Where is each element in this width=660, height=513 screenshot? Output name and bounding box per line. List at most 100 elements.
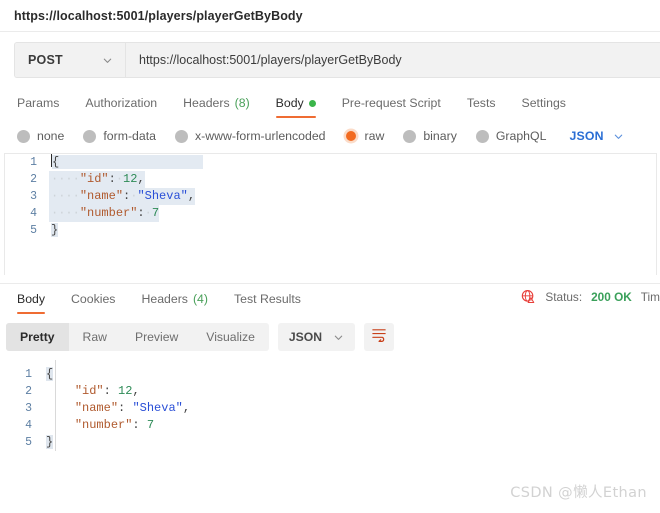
- tab-headers[interactable]: Headers (8): [170, 96, 263, 118]
- line-number: 5: [25, 436, 32, 449]
- body-type-none[interactable]: none: [17, 129, 64, 143]
- tab-settings[interactable]: Settings: [509, 96, 579, 118]
- response-format-select[interactable]: JSON: [277, 323, 356, 351]
- radio-icon: [17, 129, 30, 143]
- response-view-pretty[interactable]: Pretty: [6, 323, 69, 351]
- response-tab-test-results[interactable]: Test Results: [221, 292, 314, 314]
- body-has-content-dot-icon: [308, 99, 316, 107]
- body-type-binary-label: binary: [423, 129, 457, 143]
- code-line: 3 ····"name":·"Sheva",: [5, 188, 656, 205]
- response-view-preview[interactable]: Preview: [121, 323, 192, 351]
- code-line-text: ····"id":·12,: [49, 171, 145, 188]
- line-number: 3: [30, 190, 37, 203]
- code-line-text: ····"number":·7: [49, 205, 160, 222]
- http-method-select[interactable]: POST: [15, 43, 126, 77]
- radio-icon: [83, 129, 97, 143]
- line-number: 3: [25, 402, 32, 415]
- code-line-text: }: [51, 223, 59, 237]
- tab-authorization[interactable]: Authorization: [72, 96, 170, 118]
- request-body-code[interactable]: 1 { 2 ····"id":·12, 3 ····"name":·"Sheva…: [5, 154, 656, 239]
- chevron-down-icon: [333, 332, 344, 343]
- response-tab-headers-label: Headers: [141, 292, 188, 306]
- response-tab-body-label: Body: [17, 292, 46, 306]
- code-line: 4 ····"number":·7: [5, 205, 656, 222]
- response-view-toolbar: Pretty Raw Preview Visualize JSON: [0, 314, 660, 360]
- line-number: 4: [25, 419, 32, 432]
- status-label: Status:: [545, 289, 583, 304]
- http-method-label: POST: [28, 53, 63, 67]
- code-line: 5 }: [5, 222, 656, 239]
- word-wrap-toggle-button[interactable]: [364, 323, 395, 351]
- body-type-graphql[interactable]: GraphQL: [475, 129, 546, 143]
- postman-request-response-panel: https://localhost:5001/players/playerGet…: [0, 0, 660, 513]
- code-line: 3 "name": "Sheva",: [0, 400, 660, 417]
- word-wrap-icon: [371, 327, 387, 347]
- tab-pre-request-script[interactable]: Pre-request Script: [329, 96, 454, 118]
- code-line: 2 ····"id":·12,: [5, 171, 656, 188]
- body-type-radio-group: none form-data x-www-form-urlencoded raw…: [0, 118, 660, 153]
- code-line-text: "id": 12,: [74, 384, 140, 398]
- code-line-text: "number": 7: [74, 418, 155, 432]
- page-title: https://localhost:5001/players/playerGet…: [14, 8, 303, 23]
- request-body-editor[interactable]: 1 { 2 ····"id":·12, 3 ····"name":·"Sheva…: [4, 153, 657, 275]
- line-number: 5: [30, 224, 37, 237]
- response-format-label: JSON: [288, 330, 323, 344]
- response-body-code: 1 { 2 "id": 12, 3 "name": "Sheva", 4 "nu…: [0, 366, 660, 451]
- tab-headers-count: (8): [234, 96, 250, 110]
- radio-selected-icon: [346, 131, 357, 141]
- body-type-raw[interactable]: raw: [345, 129, 385, 143]
- code-line-text: }: [46, 435, 54, 449]
- response-tab-body[interactable]: Body: [4, 292, 58, 314]
- body-format-select[interactable]: JSON: [569, 129, 623, 143]
- body-type-none-label: none: [37, 129, 65, 143]
- response-body-viewer[interactable]: 1 { 2 "id": 12, 3 "name": "Sheva", 4 "nu…: [0, 360, 660, 451]
- line-number: 4: [30, 207, 37, 220]
- radio-icon: [174, 129, 188, 143]
- response-view-visualize[interactable]: Visualize: [192, 323, 269, 351]
- line-number: 2: [30, 173, 37, 186]
- response-tab-cookies-label: Cookies: [71, 292, 116, 306]
- globe-warning-icon[interactable]: [521, 289, 536, 304]
- response-view-raw-label: Raw: [82, 330, 107, 344]
- code-line-text: {: [46, 367, 54, 381]
- tab-pre-request-script-label: Pre-request Script: [341, 96, 441, 110]
- line-number: 1: [30, 156, 37, 169]
- line-number: 2: [25, 385, 32, 398]
- body-type-form-data[interactable]: form-data: [83, 129, 156, 143]
- code-line: 4 "number": 7: [0, 417, 660, 434]
- body-type-urlencoded-label: x-www-form-urlencoded: [194, 129, 326, 143]
- response-view-raw[interactable]: Raw: [69, 323, 121, 351]
- response-view-preview-label: Preview: [134, 330, 179, 344]
- tab-tests[interactable]: Tests: [454, 96, 509, 118]
- request-tab-bar: Params Authorization Headers (8) Body Pr…: [0, 88, 660, 118]
- tab-body-label: Body: [275, 96, 304, 110]
- status-badge: 200 OK: [591, 289, 632, 304]
- watermark: CSDN @懒人Ethan: [510, 485, 647, 501]
- response-view-segmented-control: Pretty Raw Preview Visualize: [6, 323, 269, 351]
- code-line-text: "name": "Sheva",: [74, 401, 191, 415]
- body-type-raw-label: raw: [364, 129, 385, 143]
- body-format-label: JSON: [569, 129, 604, 143]
- code-line: 5 }: [0, 434, 660, 451]
- response-tab-bar: Body Cookies Headers (4) Test Results St…: [0, 284, 660, 314]
- chevron-down-icon: [102, 55, 113, 66]
- url-bar-container: POST https://localhost:5001/players/play…: [0, 32, 660, 88]
- url-input[interactable]: https://localhost:5001/players/playerGet…: [126, 43, 660, 77]
- body-type-binary[interactable]: binary: [403, 129, 457, 143]
- radio-icon: [475, 129, 489, 143]
- time-label: Tim: [640, 289, 660, 304]
- tab-tests-label: Tests: [466, 96, 496, 110]
- response-tab-test-results-label: Test Results: [233, 292, 301, 306]
- response-tab-cookies[interactable]: Cookies: [58, 292, 128, 314]
- tab-params-label: Params: [17, 96, 60, 110]
- chevron-down-icon: [613, 131, 624, 142]
- tab-authorization-label: Authorization: [85, 96, 158, 110]
- response-tab-headers[interactable]: Headers (4): [128, 292, 221, 314]
- tab-params[interactable]: Params: [4, 96, 72, 118]
- request-title-bar: https://localhost:5001/players/playerGet…: [0, 0, 660, 31]
- tab-body[interactable]: Body: [263, 96, 329, 118]
- line-number: 1: [25, 368, 32, 381]
- tab-headers-label: Headers: [183, 96, 230, 110]
- body-type-urlencoded[interactable]: x-www-form-urlencoded: [174, 129, 326, 143]
- code-line: 1 {: [5, 154, 656, 171]
